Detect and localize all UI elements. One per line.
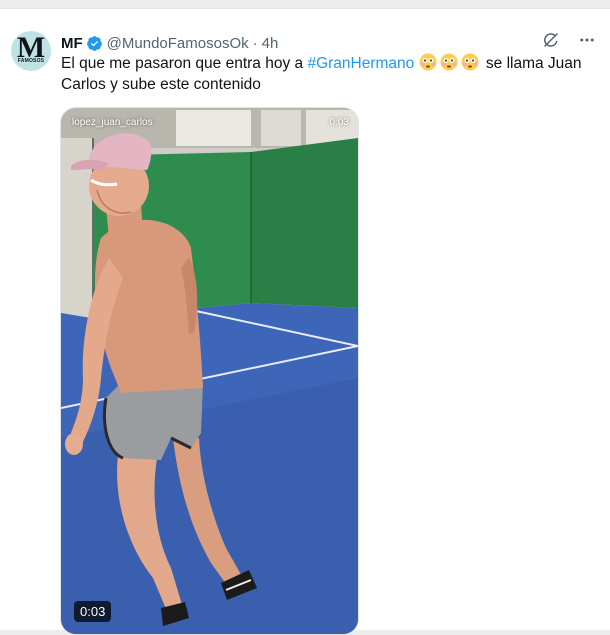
timestamp[interactable]: 4h: [262, 35, 279, 52]
hashtag-link[interactable]: #GranHermano: [307, 55, 414, 72]
post-header: MF @MundoFamososOk · 4h: [61, 33, 278, 53]
display-name[interactable]: MF: [61, 35, 83, 52]
verified-badge-icon: [86, 35, 103, 52]
handle[interactable]: @MundoFamososOk: [107, 35, 249, 52]
grok-icon[interactable]: [542, 31, 560, 54]
post-card[interactable]: M FAMOSOS MF @MundoFamososOk · 4h El que…: [0, 8, 610, 635]
separator: ·: [252, 34, 258, 52]
post-text: El que me pasaron que entra hoy a #GranH…: [61, 53, 601, 95]
flushed-face-icon: [461, 53, 479, 71]
avatar[interactable]: M FAMOSOS: [11, 31, 51, 71]
post-actions: [542, 31, 596, 54]
emoji-group: [414, 53, 481, 72]
video-frame: [61, 108, 358, 634]
avatar-subtitle: FAMOSOS: [17, 58, 45, 64]
video-overlay-time: 0:03: [329, 117, 349, 128]
more-icon[interactable]: [578, 31, 596, 54]
flushed-face-icon: [419, 53, 437, 71]
video-duration-badge: 0:03: [74, 601, 112, 622]
post-text-before: El que me pasaron que entra hoy a: [61, 55, 308, 72]
video-overlay-username: lopez_juan_carlos: [72, 117, 153, 128]
video-player[interactable]: lopez_juan_carlos 0:03 0:03: [60, 107, 359, 635]
flushed-face-icon: [440, 53, 458, 71]
